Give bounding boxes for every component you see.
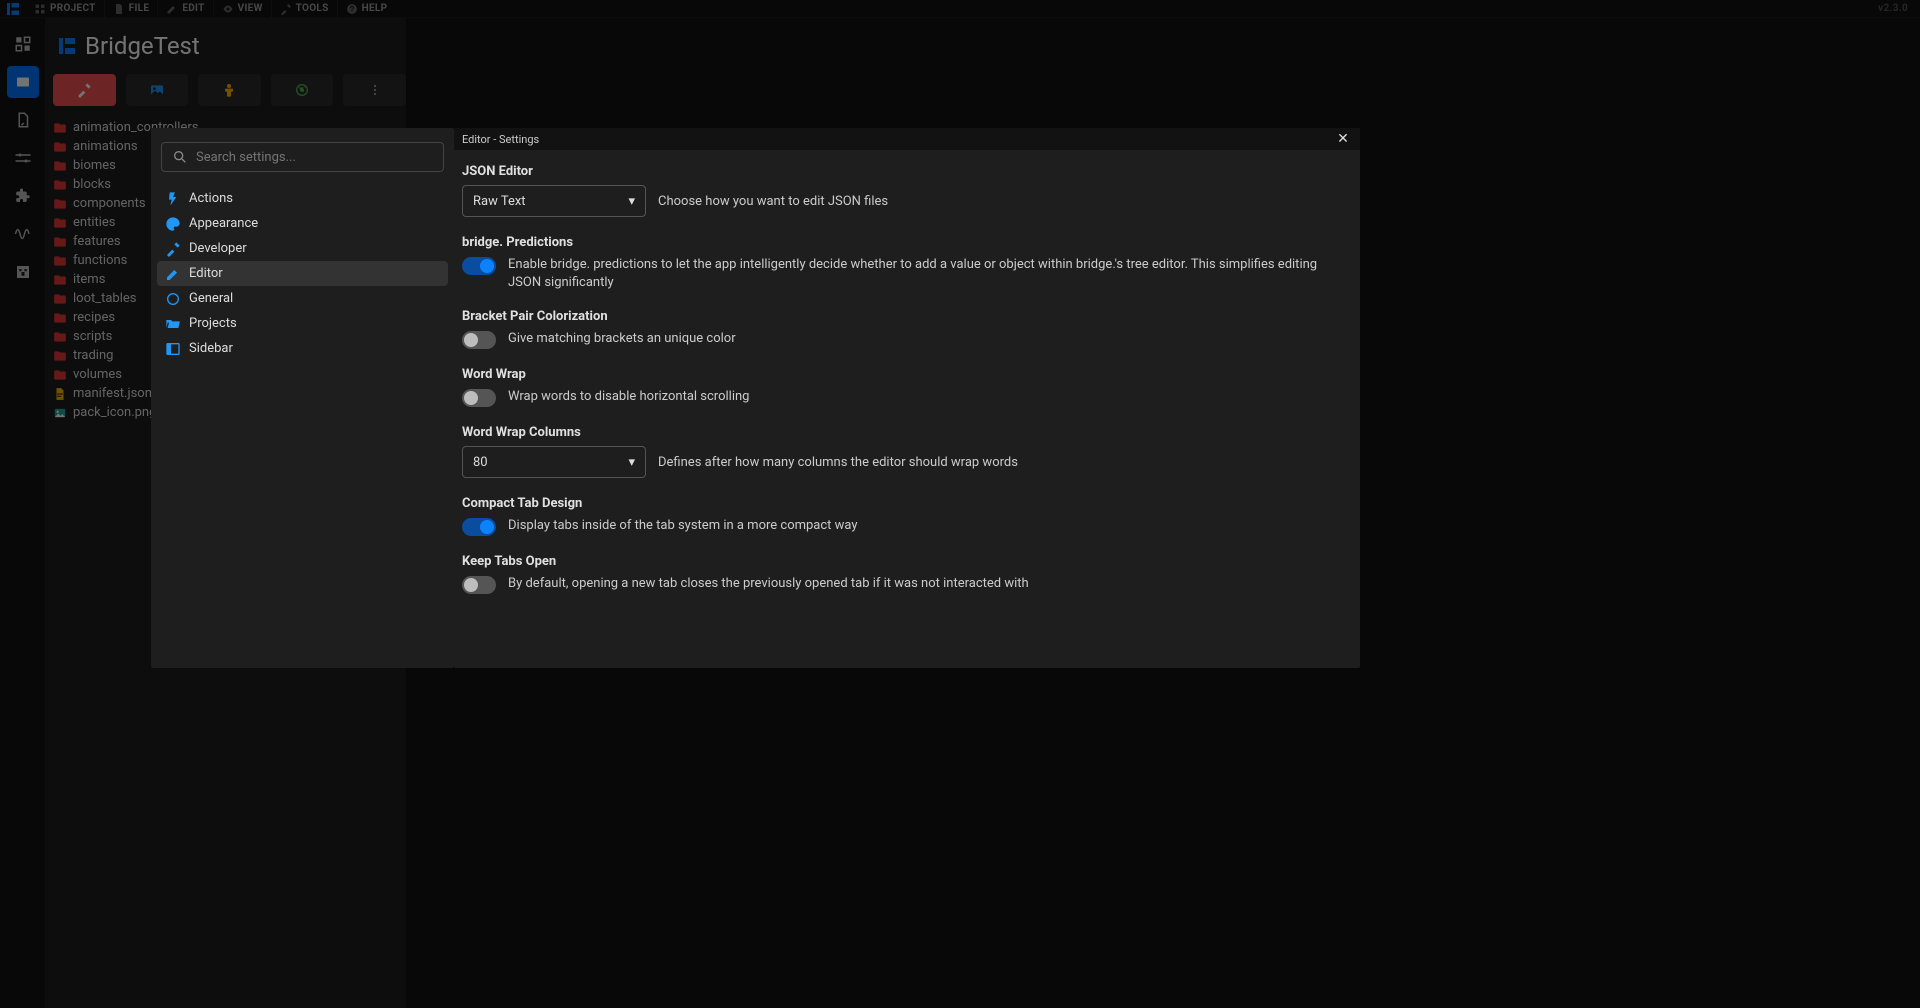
- setting-json-editor: JSON Editor Raw Text▾ Choose how you wan…: [462, 164, 1346, 217]
- compact-tab-toggle[interactable]: [462, 518, 496, 536]
- wordwrap-toggle[interactable]: [462, 389, 496, 407]
- settings-close-button[interactable]: ✕: [1334, 130, 1352, 148]
- settings-nav-developer[interactable]: Developer: [157, 236, 448, 261]
- settings-search-field[interactable]: [161, 142, 444, 172]
- settings-detail-panel: Editor - Settings ✕ JSON Editor Raw Text…: [454, 128, 1360, 668]
- chevron-down-icon: ▾: [628, 455, 635, 470]
- circle-icon: [165, 291, 181, 307]
- settings-nav-editor[interactable]: Editor: [157, 261, 448, 286]
- json-editor-select[interactable]: Raw Text▾: [462, 185, 646, 217]
- setting-bracket-colorization: Bracket Pair Colorization Give matching …: [462, 309, 1346, 349]
- wrench-icon: [165, 241, 181, 257]
- settings-nav-sidebar[interactable]: Sidebar: [157, 336, 448, 361]
- chevron-down-icon: ▾: [628, 194, 635, 209]
- settings-nav-list: Actions Appearance Developer Editor Gene…: [151, 186, 454, 361]
- sidebar-icon: [165, 341, 181, 357]
- bracket-toggle[interactable]: [462, 331, 496, 349]
- settings-nav-appearance[interactable]: Appearance: [157, 211, 448, 236]
- settings-nav-general[interactable]: General: [157, 286, 448, 311]
- settings-panel-body: JSON Editor Raw Text▾ Choose how you wan…: [454, 150, 1360, 668]
- setting-keep-tabs: Keep Tabs Open By default, opening a new…: [462, 554, 1346, 594]
- predictions-toggle[interactable]: [462, 257, 496, 275]
- setting-compact-tab: Compact Tab Design Display tabs inside o…: [462, 496, 1346, 536]
- settings-panel-title: Editor - Settings: [462, 133, 539, 146]
- folder-open-icon: [165, 316, 181, 332]
- pencil-icon: [165, 266, 181, 282]
- keep-tabs-toggle[interactable]: [462, 576, 496, 594]
- setting-word-wrap: Word Wrap Wrap words to disable horizont…: [462, 367, 1346, 407]
- settings-panel-header: Editor - Settings ✕: [454, 128, 1360, 150]
- settings-nav-actions[interactable]: Actions: [157, 186, 448, 211]
- settings-nav-panel: Actions Appearance Developer Editor Gene…: [151, 128, 454, 668]
- setting-predictions: bridge. Predictions Enable bridge. predi…: [462, 235, 1346, 291]
- palette-icon: [165, 216, 181, 232]
- setting-word-wrap-columns: Word Wrap Columns 80▾ Defines after how …: [462, 425, 1346, 478]
- wrap-columns-select[interactable]: 80▾: [462, 446, 646, 478]
- flash-icon: [165, 191, 181, 207]
- settings-nav-projects[interactable]: Projects: [157, 311, 448, 336]
- settings-search-input[interactable]: [196, 150, 433, 165]
- search-icon: [172, 149, 188, 165]
